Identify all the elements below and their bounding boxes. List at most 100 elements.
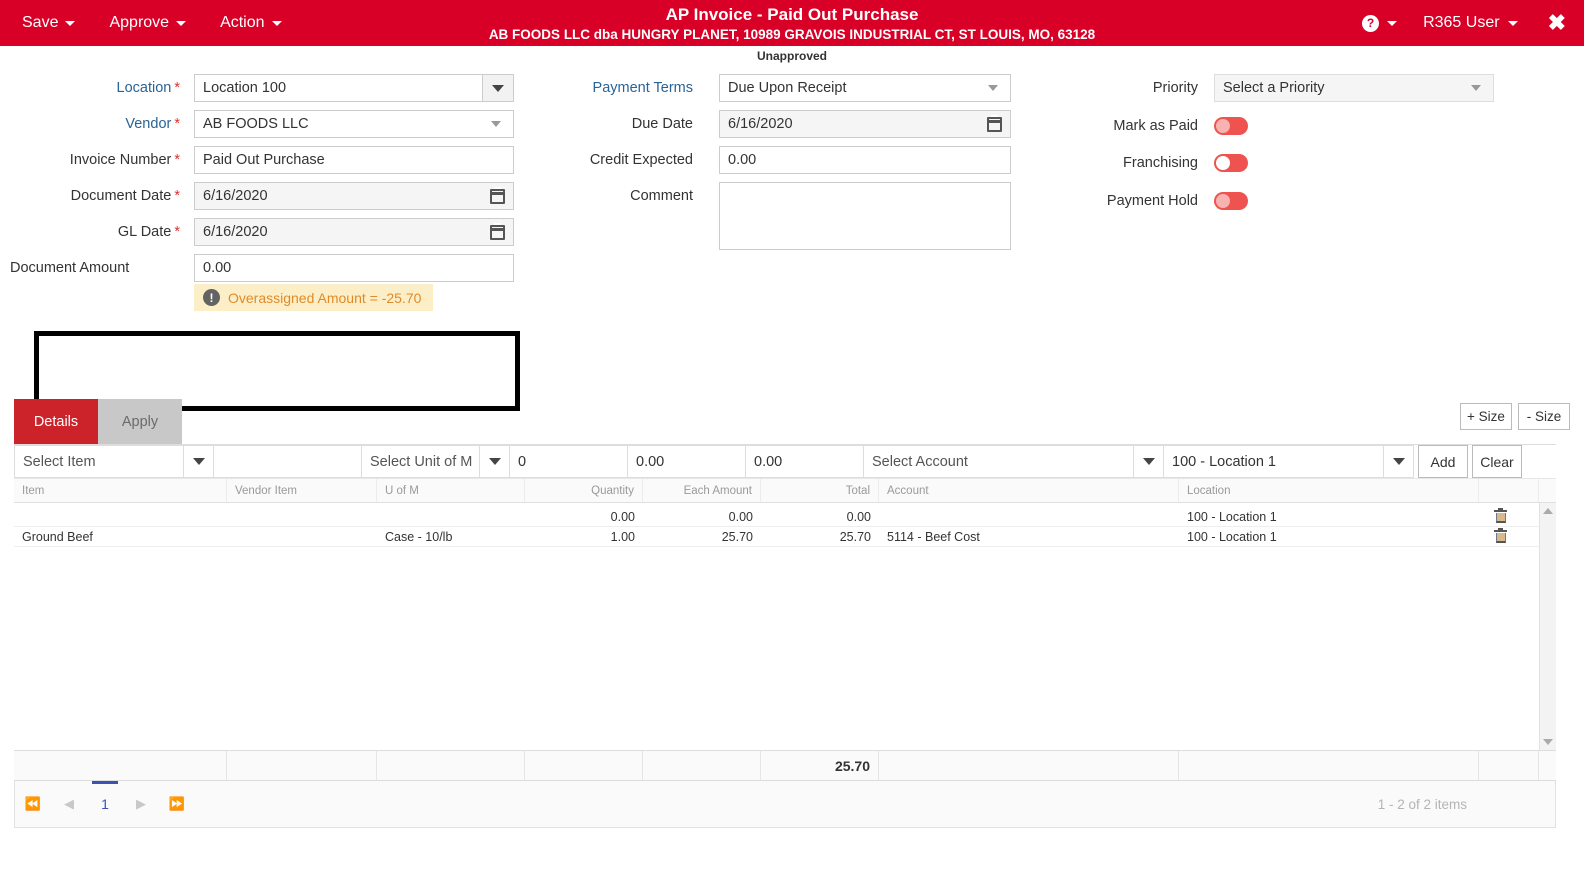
pager-first-button[interactable]: ⏪ [15, 781, 51, 828]
user-menu[interactable]: R365 User [1423, 14, 1518, 32]
chevron-down-icon [988, 85, 998, 91]
calendar-icon[interactable] [490, 222, 505, 240]
entry-item-input[interactable]: Select Item [14, 445, 184, 478]
trash-icon[interactable] [1494, 508, 1507, 523]
chevron-down-icon [491, 121, 501, 127]
invoice-number-input[interactable]: Paid Out Purchase [194, 146, 514, 174]
approve-menu[interactable]: Approve [109, 14, 187, 32]
entry-vendor-item-input[interactable] [214, 445, 362, 478]
column-header-location[interactable]: Location [1179, 479, 1479, 502]
trash-icon[interactable] [1494, 528, 1507, 543]
location-dropdown-button[interactable] [482, 74, 514, 102]
entry-account-input[interactable]: Select Account [864, 445, 1134, 478]
total-item [14, 751, 227, 780]
location-value[interactable]: Location 100 [194, 74, 482, 102]
payment-terms-value[interactable]: Due Upon Receipt [720, 80, 976, 96]
table-row[interactable]: Ground Beef Case - 10/lb 1.00 25.70 25.7… [14, 527, 1556, 547]
save-menu[interactable]: Save [22, 14, 76, 32]
cell-vendor-item [227, 507, 377, 526]
add-line-button[interactable]: Add [1418, 445, 1468, 478]
cell-delete[interactable] [1479, 527, 1522, 546]
franchising-field-row: Franchising [1020, 149, 1510, 177]
column-header-item[interactable]: Item [14, 479, 227, 502]
calendar-icon[interactable] [987, 114, 1002, 132]
column-header-each-amount[interactable]: Each Amount [643, 479, 761, 502]
scroll-down-button[interactable] [1540, 734, 1556, 750]
overassigned-warning: ! Overassigned Amount = -25.70 [194, 284, 434, 311]
chevron-down-icon [1507, 20, 1518, 26]
grid-vertical-scrollbar[interactable] [1539, 503, 1556, 750]
gl-date-input[interactable]: 6/16/2020 [194, 218, 514, 246]
column-header-account[interactable]: Account [879, 479, 1179, 502]
entry-total-input[interactable]: 0.00 [746, 445, 864, 478]
payment-terms-label: Payment Terms [592, 80, 693, 96]
entry-location-input[interactable]: 100 - Location 1 [1164, 445, 1384, 478]
clear-line-button[interactable]: Clear [1472, 445, 1522, 478]
cell-account [879, 507, 1179, 526]
top-menu-bar: Save Approve Action [0, 0, 282, 46]
due-date-input[interactable]: 6/16/2020 [719, 110, 1011, 138]
pager-page-1[interactable]: 1 [87, 780, 123, 828]
tab-details[interactable]: Details [14, 399, 98, 444]
cell-item: Ground Beef [22, 529, 93, 544]
action-menu[interactable]: Action [220, 14, 282, 32]
help-menu[interactable]: ? [1362, 14, 1398, 32]
cell-delete[interactable] [1479, 507, 1522, 526]
franchising-toggle[interactable] [1214, 154, 1248, 172]
column-header-vendor-item[interactable]: Vendor Item [227, 479, 377, 502]
pager-prev-button[interactable]: ◀ [51, 781, 87, 828]
document-amount-field-row: Document Amount 0.00 [0, 254, 520, 282]
table-row[interactable]: 0.00 0.00 0.00 100 - Location 1 [14, 507, 1556, 527]
payment-hold-toggle[interactable] [1214, 192, 1248, 210]
cell-account: 5114 - Beef Cost [887, 529, 980, 544]
pager-next-button[interactable]: ▶ [123, 781, 159, 828]
payment-terms-dropdown-button[interactable] [976, 85, 1010, 91]
required-marker: * [174, 152, 180, 168]
pager-last-button[interactable]: ⏩ [159, 781, 195, 828]
alert-icon: ! [203, 289, 220, 306]
chevron-down-icon [271, 20, 282, 26]
column-header-uofm[interactable]: U of M [377, 479, 525, 502]
comment-input[interactable] [719, 182, 1011, 250]
entry-uofm-dropdown-button[interactable] [480, 445, 510, 478]
priority-value[interactable]: Select a Priority [1215, 80, 1459, 96]
increase-size-button[interactable]: + Size [1460, 403, 1512, 430]
vendor-dropdown-button[interactable] [479, 121, 513, 127]
close-icon[interactable]: ✖ [1548, 12, 1566, 34]
entry-quantity-input[interactable]: 0 [510, 445, 628, 478]
invoice-number-field-row: Invoice Number * Paid Out Purchase [0, 146, 520, 174]
location-select[interactable]: Location 100 [194, 74, 514, 102]
total-quantity [525, 751, 643, 780]
entry-each-amount-input[interactable]: 0.00 [628, 445, 746, 478]
vendor-select[interactable]: AB FOODS LLC [194, 110, 514, 138]
total-account [879, 751, 1179, 780]
credit-expected-input[interactable]: 0.00 [719, 146, 1011, 174]
document-amount-label: Document Amount [10, 260, 130, 276]
document-date-input[interactable]: 6/16/2020 [194, 182, 514, 210]
line-items-grid: Select Item Select Unit of M 0 0.00 0.00… [14, 444, 1556, 828]
entry-account-dropdown-button[interactable] [1134, 445, 1164, 478]
vendor-value[interactable]: AB FOODS LLC [195, 116, 479, 132]
entry-uofm-input[interactable]: Select Unit of M [362, 445, 480, 478]
entry-item-dropdown-button[interactable] [184, 445, 214, 478]
mark-as-paid-toggle[interactable] [1214, 117, 1248, 135]
payment-terms-select[interactable]: Due Upon Receipt [719, 74, 1011, 102]
entry-location-dropdown-button[interactable] [1384, 445, 1414, 478]
scroll-up-button[interactable] [1540, 503, 1556, 519]
tab-bar: Details Apply [14, 399, 182, 444]
calendar-icon[interactable] [490, 186, 505, 204]
status-badge: Unapproved [756, 49, 827, 63]
column-header-quantity[interactable]: Quantity [525, 479, 643, 502]
grid-pager: ⏪ ◀ 1 ▶ ⏩ 1 - 2 of 2 items [14, 780, 1556, 828]
vendor-label: Vendor * [125, 116, 180, 132]
comment-label: Comment [630, 188, 693, 204]
tab-apply[interactable]: Apply [98, 399, 182, 444]
document-amount-input[interactable]: 0.00 [194, 254, 514, 282]
column-header-total[interactable]: Total [761, 479, 879, 502]
cell-uofm: Case - 10/lb [385, 529, 453, 544]
decrease-size-button[interactable]: - Size [1518, 403, 1570, 430]
column-header-actions [1479, 479, 1539, 502]
total-actions [1479, 751, 1539, 780]
priority-select[interactable]: Select a Priority [1214, 74, 1494, 102]
priority-dropdown-button[interactable] [1459, 85, 1493, 91]
